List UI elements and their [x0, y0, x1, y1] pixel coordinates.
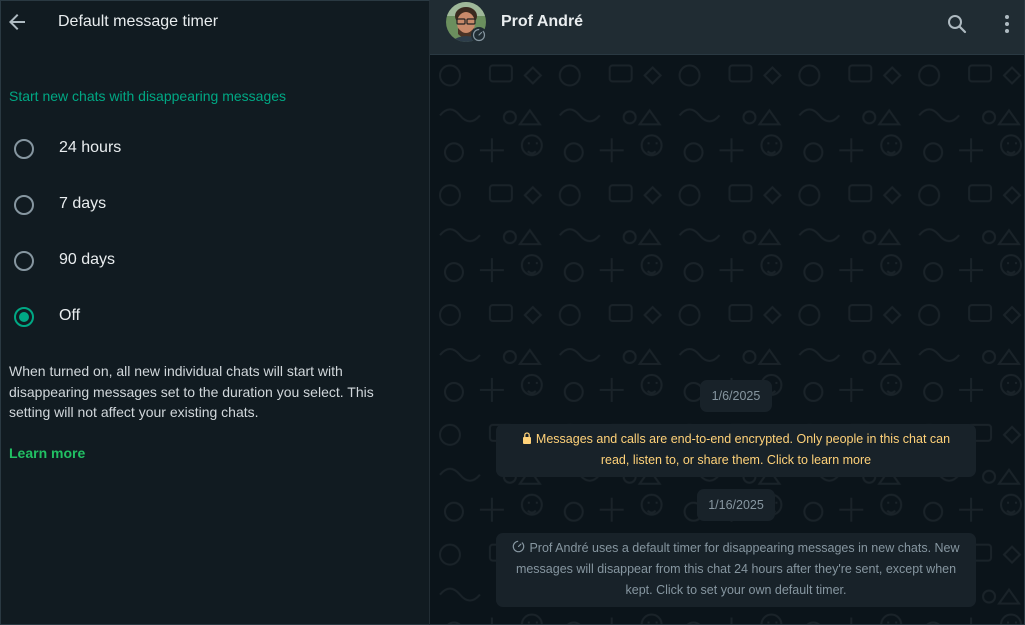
menu-button[interactable]: [995, 12, 1019, 36]
option-24-hours[interactable]: 24 hours: [1, 127, 421, 171]
timer-notice-text: Prof André uses a default timer for disa…: [515, 541, 960, 597]
option-label: Off: [59, 307, 81, 324]
option-label: 90 days: [59, 251, 116, 268]
radio-button[interactable]: [14, 195, 34, 215]
contact-name[interactable]: Prof André: [501, 13, 583, 31]
default-timer-notice[interactable]: Prof André uses a default timer for disa…: [496, 533, 976, 607]
contact-avatar[interactable]: [446, 2, 487, 43]
chat-header: Prof André: [430, 0, 1024, 55]
settings-header: Default message timer: [1, 1, 429, 45]
arrow-left-icon: [9, 14, 25, 30]
radio-dot: [19, 312, 29, 322]
disappearing-timer-badge: [471, 27, 487, 43]
kebab-menu-icon: [1005, 15, 1009, 33]
option-7-days[interactable]: 7 days: [1, 183, 421, 227]
option-label: 7 days: [59, 195, 107, 212]
section-label: Start new chats with disappearing messag…: [9, 88, 287, 104]
radio-button[interactable]: [14, 139, 34, 159]
search-icon: [948, 15, 967, 34]
lock-icon: [522, 432, 531, 444]
chat-panel: Prof André 1/6/2025 Messages and calls a…: [430, 0, 1025, 625]
option-off[interactable]: Off: [1, 295, 421, 339]
encryption-notice-text: Messages and calls are end-to-end encryp…: [535, 432, 951, 467]
option-90-days[interactable]: 90 days: [1, 239, 421, 283]
date-divider: 1/6/2025: [700, 380, 772, 412]
settings-panel: Default message timer Start new chats wi…: [0, 0, 430, 625]
back-button[interactable]: [5, 10, 29, 34]
encryption-notice[interactable]: Messages and calls are end-to-end encryp…: [496, 424, 976, 477]
option-label: 24 hours: [59, 139, 122, 156]
date-divider: 1/16/2025: [697, 489, 775, 521]
page-title: Default message timer: [58, 13, 219, 30]
timer-icon: [472, 28, 486, 42]
radio-button[interactable]: [14, 251, 34, 271]
radio-button-checked[interactable]: [14, 307, 34, 327]
learn-more-link[interactable]: Learn more: [9, 445, 85, 461]
search-button[interactable]: [945, 12, 969, 36]
timer-icon: [513, 540, 525, 553]
timer-description: When turned on, all new individual chats…: [9, 363, 374, 420]
